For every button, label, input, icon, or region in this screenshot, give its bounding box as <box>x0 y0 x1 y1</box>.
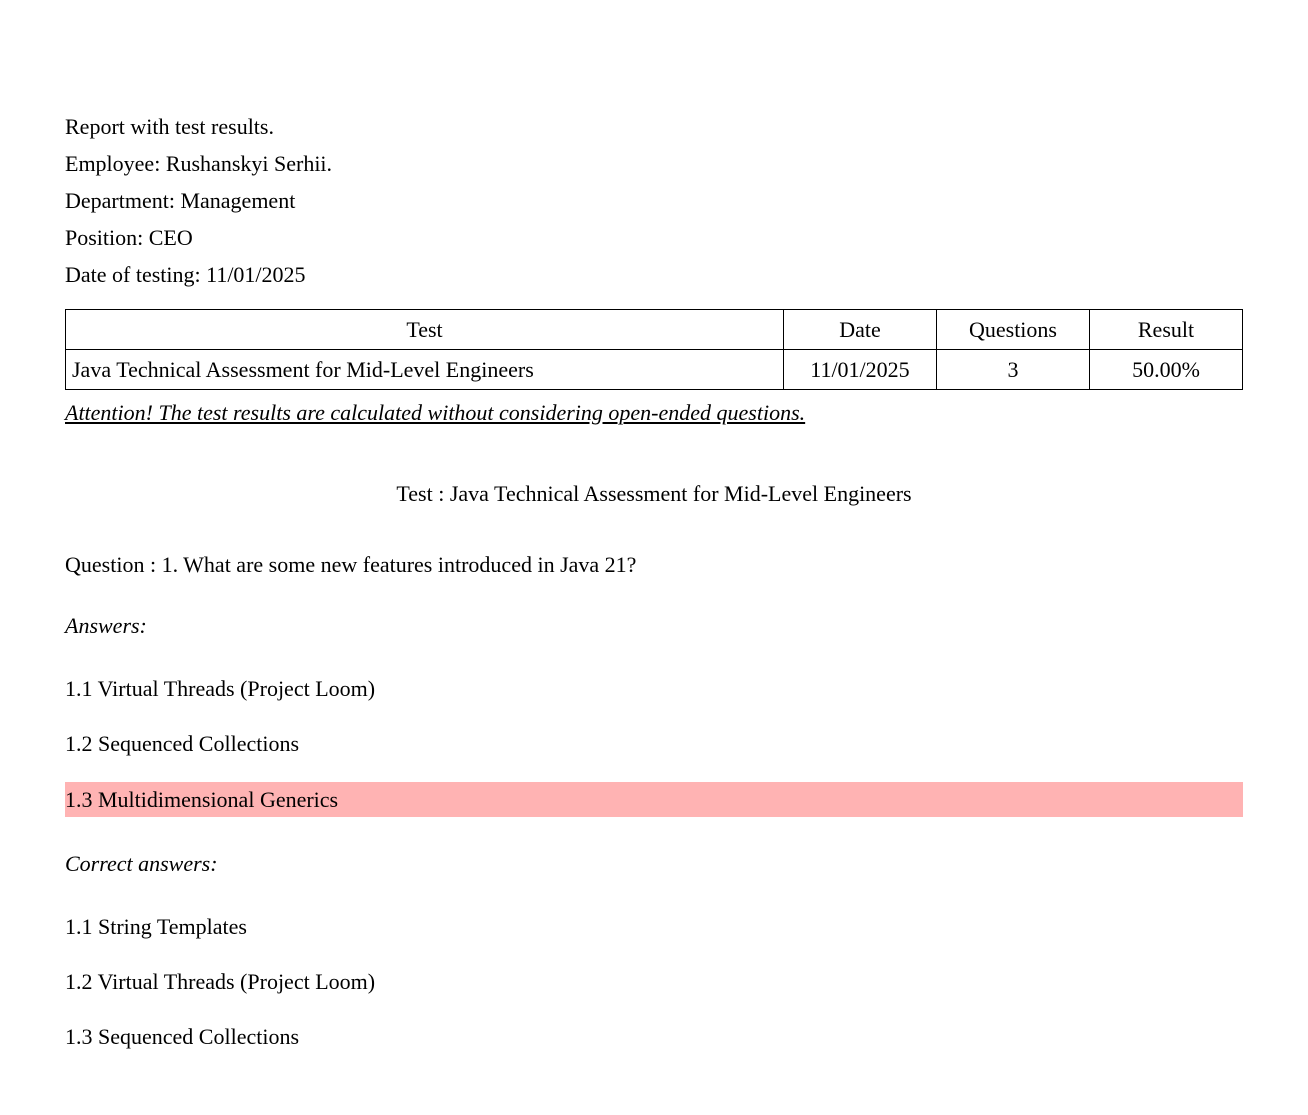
td-result: 50.00% <box>1089 350 1242 390</box>
question-prefix: Question : <box>65 552 156 577</box>
testing-date-line: Date of testing: 11/01/2025 <box>65 258 1243 291</box>
td-questions: 3 <box>936 350 1089 390</box>
correct-answer-item: 1.2 Virtual Threads (Project Loom) <box>65 965 1243 998</box>
answers-list: 1.1 Virtual Threads (Project Loom) 1.2 Se… <box>65 672 1243 817</box>
th-questions: Questions <box>936 310 1089 350</box>
report-title: Report with test results. <box>65 110 1243 143</box>
table-header-row: Test Date Questions Result <box>66 310 1243 350</box>
correct-answers-label: Correct answers: <box>65 847 1243 880</box>
employee-value: Rushanskyi Serhii. <box>166 151 332 176</box>
position-line: Position: CEO <box>65 221 1243 254</box>
td-date: 11/01/2025 <box>783 350 936 390</box>
employee-line: Employee: Rushanskyi Serhii. <box>65 147 1243 180</box>
test-section-title: Test : Java Technical Assessment for Mid… <box>65 477 1243 510</box>
attention-note: Attention! The test results are calculat… <box>65 396 1243 429</box>
answer-item: 1.3 Multidimensional Generics <box>65 782 1243 817</box>
testing-date-value: 11/01/2025 <box>206 262 305 287</box>
th-result: Result <box>1089 310 1242 350</box>
results-table: Test Date Questions Result Java Technica… <box>65 309 1243 390</box>
correct-answer-item: 1.3 Sequenced Collections <box>65 1020 1243 1053</box>
correct-answer-item: 1.1 String Templates <box>65 910 1243 943</box>
test-title-value: Java Technical Assessment for Mid-Level … <box>450 481 912 506</box>
testing-date-label: Date of testing: <box>65 262 201 287</box>
test-title-prefix: Test : <box>396 481 444 506</box>
position-label: Position: <box>65 225 143 250</box>
department-line: Department: Management <box>65 184 1243 217</box>
td-test: Java Technical Assessment for Mid-Level … <box>66 350 784 390</box>
correct-answers-list: 1.1 String Templates 1.2 Virtual Threads … <box>65 910 1243 1053</box>
position-value: CEO <box>149 225 193 250</box>
th-test: Test <box>66 310 784 350</box>
department-value: Management <box>180 188 295 213</box>
question-text: 1. What are some new features introduced… <box>162 552 637 577</box>
question-line: Question : 1. What are some new features… <box>65 548 1243 581</box>
answer-item: 1.2 Sequenced Collections <box>65 727 1243 760</box>
answer-item: 1.1 Virtual Threads (Project Loom) <box>65 672 1243 705</box>
answers-label: Answers: <box>65 609 1243 642</box>
department-label: Department: <box>65 188 175 213</box>
table-row: Java Technical Assessment for Mid-Level … <box>66 350 1243 390</box>
th-date: Date <box>783 310 936 350</box>
employee-label: Employee: <box>65 151 160 176</box>
